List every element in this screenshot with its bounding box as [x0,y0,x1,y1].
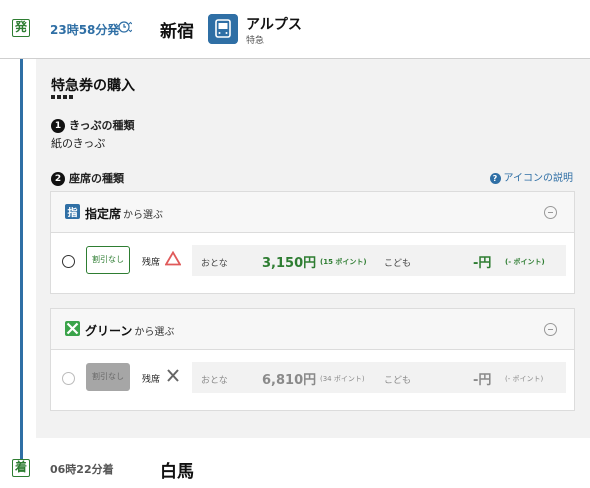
reserved-seat-title: 指定席 から選ぶ [85,205,163,222]
child-points: (- ポイント) [505,258,545,266]
purchase-panel: 特急券の購入 1 きっぷの種類 紙のきっぷ 2 座席の種類 ? アイコンの説明 指 指… [36,59,590,438]
adult-label: おとな [201,259,228,269]
adult-points: (34 ポイント) [320,375,365,383]
train-name: アルプス [246,17,302,33]
route-line [20,34,23,460]
departure-time: 23時58分発 [50,23,120,37]
adult-label: おとな [201,376,228,386]
arrival-badge: 着 [12,459,30,477]
step1-heading: 1 きっぷの種類 [51,117,135,133]
step1-label: きっぷの種類 [69,119,135,132]
remaining-seats-label: 残席 [142,258,161,268]
departure-header: 23時58分発 新宿 アルプス 特急 [0,0,590,59]
reserved-seat-suffix: から選ぶ [123,210,164,221]
discount-button-disabled[interactable]: 割引なし [86,363,130,391]
price-box: おとな 3,150円 (15 ポイント) こども -円 (- ポイント) [192,245,566,276]
child-price: -円 [473,256,492,271]
discount-button[interactable]: 割引なし [86,246,130,274]
price-box: おとな 6,810円 (34 ポイント) こども -円 (- ポイント) [192,362,566,393]
arrival-station: 白馬 [160,462,194,482]
green-car-title: グリーン から選ぶ [85,322,174,339]
reserved-seat-icon-text: 指 [67,208,78,219]
child-price: -円 [473,373,492,388]
reserved-seat-title-text: 指定席 [85,207,122,221]
reserved-seat-header[interactable]: 指 指定席 から選ぶ [51,192,574,233]
icon-help-link[interactable]: ? アイコンの説明 [489,169,574,184]
icon-help-label: アイコンの説明 [503,173,574,184]
step2-label: 座席の種類 [69,172,124,185]
train-icon [208,14,238,44]
child-label: こども [384,376,412,386]
green-car-card: グリーン から選ぶ 割引なし 残席 おとな 6,810円 (34 ポイント) こど… [50,308,575,411]
step1-number: 1 [51,119,65,133]
departure-badge: 発 [12,19,30,37]
collapse-icon[interactable] [544,206,557,219]
child-points: (- ポイント) [505,375,544,383]
step2-number: 2 [51,172,65,186]
departure-station: 新宿 [160,22,194,42]
remaining-seats-label: 残席 [142,375,161,385]
adult-points: (15 ポイント) [320,258,367,266]
arrival-time: 06時22分着 [50,463,114,476]
ticket-type-value: 紙のきっぷ [51,137,106,150]
question-icon: ? [489,172,501,184]
green-car-header[interactable]: グリーン から選ぶ [51,309,574,350]
green-car-radio[interactable] [62,372,75,385]
adult-price: 6,810円 [262,373,317,388]
clock-sort-icon[interactable] [118,20,132,34]
reserved-seat-radio[interactable] [62,255,75,268]
adult-price: 3,150円 [262,256,317,271]
green-car-title-text: グリーン [85,324,133,338]
child-label: こども [384,259,412,269]
green-car-suffix: から選ぶ [134,327,175,338]
train-type: 特急 [246,36,265,46]
title-underline [51,95,73,99]
few-seats-triangle-icon [165,251,181,266]
reserved-seat-card: 指 指定席 から選ぶ 割引なし 残席 おとな 3,150円 (15 ポイント) こ… [50,191,575,294]
sold-out-cross-icon [167,369,179,382]
step2-heading: 2 座席の種類 [51,170,124,186]
green-car-clover-icon [65,321,80,336]
collapse-icon[interactable] [544,323,557,336]
section-title: 特急券の購入 [51,78,135,94]
